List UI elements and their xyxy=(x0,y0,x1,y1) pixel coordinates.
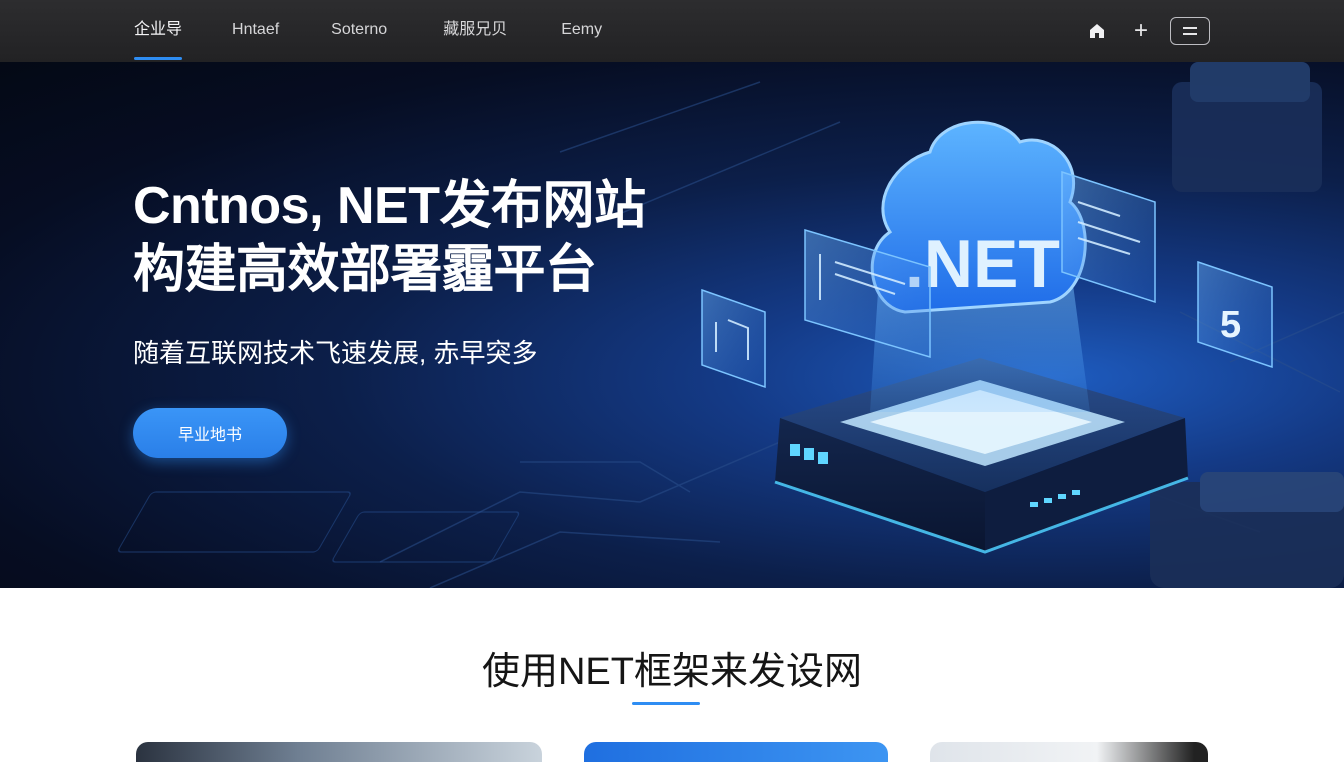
menu-button[interactable] xyxy=(1170,17,1210,45)
feature-card-3[interactable] xyxy=(930,742,1208,762)
plus-icon[interactable]: + xyxy=(1126,16,1156,46)
nav-item-3[interactable]: Soterno xyxy=(331,0,387,62)
hero-title: Cntnos, NET发布网站 构建高效部署霾平台 xyxy=(133,174,646,302)
hero-subtitle: 随着互联网技术飞速发展, 赤早突多 xyxy=(133,338,538,368)
main-nav: 企业导 Hntaef Soterno 藏服兄贝 Eemy xyxy=(134,0,602,62)
hero-illustration: .NET 5 xyxy=(118,62,1344,588)
hero-banner: .NET 5 Cntnos, NET发布网站 构建高效部署霾平台 随着互联网技术… xyxy=(0,62,1344,588)
hero-cta-button[interactable]: 早业地书 xyxy=(133,408,287,458)
top-actions: + xyxy=(1082,16,1210,46)
feature-card-2[interactable] xyxy=(584,742,888,762)
home-icon[interactable] xyxy=(1082,16,1112,46)
section-title-underline xyxy=(632,702,700,705)
menu-icon xyxy=(1183,27,1197,35)
top-navigation-bar: 企业导 Hntaef Soterno 藏服兄贝 Eemy + xyxy=(0,0,1344,63)
badge-five-text: 5 xyxy=(1220,304,1241,346)
nav-item-2[interactable]: Hntaef xyxy=(232,0,279,62)
nav-item-5[interactable]: Eemy xyxy=(561,0,602,62)
hero-title-line-1: Cntnos, NET发布网站 xyxy=(133,177,646,235)
feature-card-1[interactable] xyxy=(136,742,542,762)
nav-item-1[interactable]: 企业导 xyxy=(134,0,183,62)
hero-title-line-2: 构建高效部署霾平台 xyxy=(133,241,597,299)
nav-item-4[interactable]: 藏服兄贝 xyxy=(443,0,507,62)
section-title: 使用NET框架来发设网 xyxy=(481,651,862,693)
